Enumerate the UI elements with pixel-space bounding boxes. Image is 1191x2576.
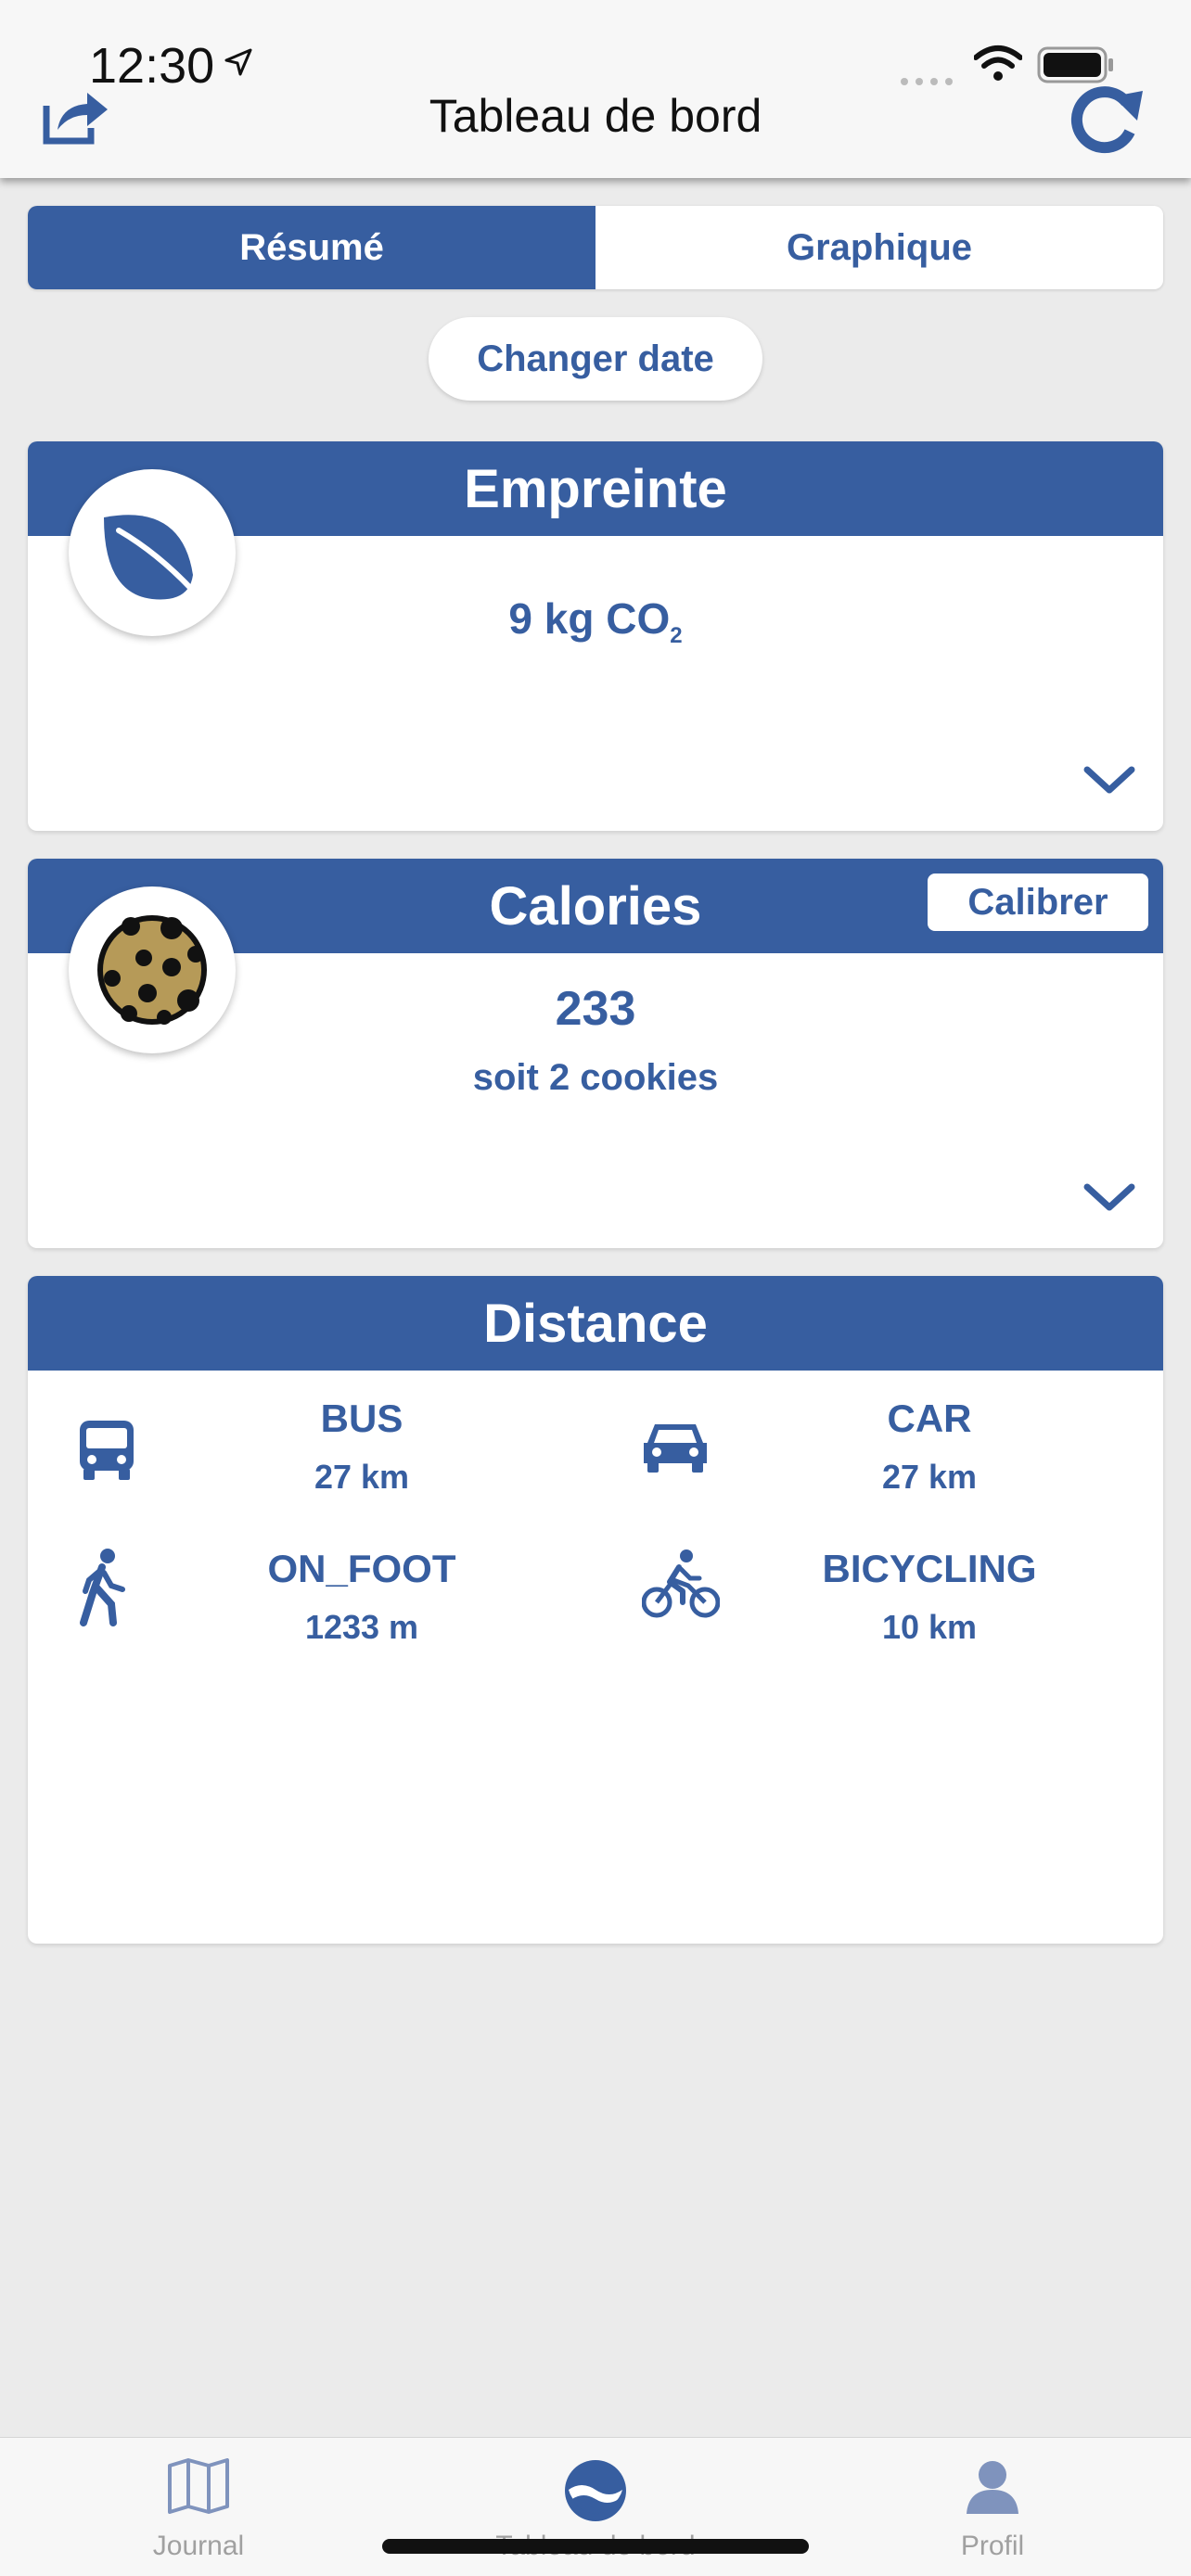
tab-label: Journal: [152, 2531, 245, 2561]
footprint-subscript: 2: [670, 623, 683, 649]
view-segmented-control: Résumé Graphique: [28, 206, 1163, 289]
navigation-bar: 12:30 Tableau de bord: [0, 0, 1191, 178]
wifi-icon: [973, 45, 1023, 86]
bicycle-icon: [641, 1549, 721, 1624]
page-title: Tableau de bord: [429, 90, 762, 142]
expand-calories-button[interactable]: [1083, 1183, 1135, 1218]
calibrate-button[interactable]: Calibrer: [928, 874, 1148, 931]
footprint-value: 9 kg CO2: [508, 594, 683, 649]
location-arrow-icon: [224, 48, 252, 81]
distance-item-on-foot: ON_FOOT 1233 m: [28, 1521, 596, 1651]
dashboard-icon: [397, 2458, 794, 2523]
distance-mode-label: BUS: [320, 1396, 403, 1440]
tab-bar: Journal Tableau de bord Profil: [0, 2437, 1191, 2576]
tab-label: Profil: [960, 2531, 1025, 2561]
distance-mode-value: 27 km: [881, 1458, 978, 1496]
refresh-icon: [1065, 86, 1148, 161]
segment-summary[interactable]: Résumé: [28, 206, 596, 289]
map-icon: [0, 2458, 397, 2514]
calories-equivalent: soit 2 cookies: [472, 1057, 719, 1098]
refresh-button[interactable]: [1065, 83, 1148, 162]
profile-icon: [794, 2458, 1191, 2516]
segment-chart[interactable]: Graphique: [596, 206, 1163, 289]
tab-profile[interactable]: Profil: [794, 2438, 1191, 2576]
distance-mode-label: ON_FOOT: [267, 1547, 456, 1590]
distance-card: Distance BUS 27 km CAR 27 km ON_FOOT 123…: [28, 1276, 1163, 1944]
walking-icon: [74, 1549, 130, 1631]
tab-journal[interactable]: Journal: [0, 2438, 397, 2576]
home-indicator: [382, 2539, 809, 2554]
battery-icon: [1037, 46, 1115, 88]
status-time: 12:30: [89, 38, 215, 94]
chevron-down-icon: [1083, 1183, 1135, 1217]
calories-title: Calories: [489, 875, 702, 937]
bus-icon: [74, 1417, 139, 1486]
footprint-card: Empreinte 9 kg CO2: [28, 441, 1163, 831]
distance-mode-value: 10 km: [881, 1608, 978, 1646]
distance-mode-value: 1233 m: [304, 1608, 419, 1646]
distance-item-bicycling: BICYCLING 10 km: [596, 1521, 1163, 1651]
chevron-down-icon: [1083, 766, 1135, 799]
distance-item-car: CAR 27 km: [596, 1371, 1163, 1500]
expand-footprint-button[interactable]: [1083, 766, 1135, 800]
distance-mode-label: CAR: [887, 1396, 972, 1440]
car-icon: [642, 1417, 709, 1479]
calories-card: Calories Calibrer 233 soit 2 cookies: [28, 859, 1163, 1248]
distance-item-bus: BUS 27 km: [28, 1371, 596, 1500]
distance-mode-label: BICYCLING: [822, 1547, 1037, 1590]
distance-mode-value: 27 km: [314, 1458, 410, 1496]
tab-dashboard[interactable]: Tableau de bord: [397, 2438, 794, 2576]
distance-title: Distance: [28, 1276, 1163, 1371]
calories-value: 233: [555, 982, 636, 1036]
change-date-button[interactable]: Changer date: [429, 317, 762, 401]
